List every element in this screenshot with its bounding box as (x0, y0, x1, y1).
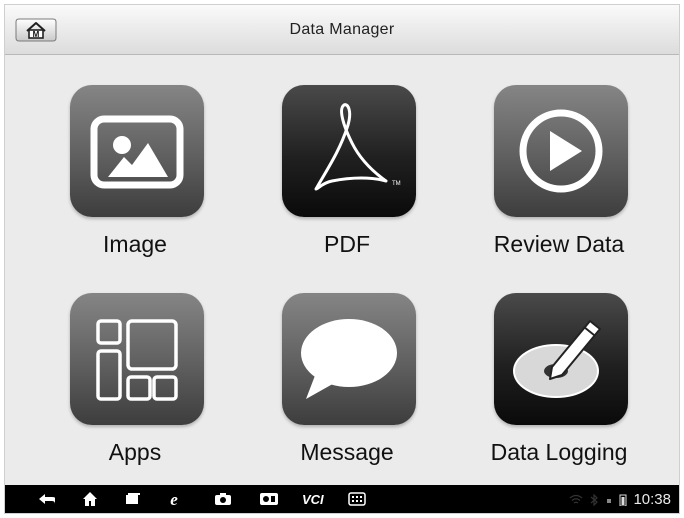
play-icon-box (494, 85, 628, 217)
data-logging-icon-box (494, 293, 628, 425)
pdf-icon: TM (314, 103, 401, 191)
play-icon (519, 109, 603, 193)
tile-image[interactable]: Image (35, 55, 235, 257)
speech-bubble-icon (301, 319, 397, 399)
tile-label: Apps (108, 439, 162, 465)
system-nav-bar: e VCI 10:38 (5, 485, 679, 513)
usb-icon (607, 498, 612, 503)
vci-icon[interactable]: VCI (301, 490, 331, 508)
image-icon (90, 115, 184, 189)
tile-message[interactable]: Message (247, 263, 447, 465)
status-area: 10:38 (569, 491, 671, 508)
pdf-icon-box: TM (282, 85, 416, 217)
svg-text:e: e (170, 490, 178, 508)
tile-label: Image (103, 231, 167, 257)
tile-data-logging[interactable]: Data Logging (459, 263, 659, 465)
title-bar: M Data Manager (5, 5, 679, 55)
app-grid: Image TM PDF Review Data Apps Message Da… (5, 55, 679, 487)
battery-icon (619, 494, 627, 506)
tile-label: Review Data (493, 231, 625, 257)
svg-text:TM: TM (392, 181, 401, 187)
apps-icon-box (70, 293, 204, 425)
wifi-icon (570, 494, 583, 504)
camera-icon[interactable] (213, 490, 233, 508)
browser-icon[interactable]: e (165, 490, 183, 508)
message-icon-box (282, 293, 416, 425)
home-icon[interactable] (81, 490, 99, 508)
tile-pdf[interactable]: TM PDF (247, 55, 447, 257)
tile-label: Data Logging (490, 439, 628, 465)
page-title: Data Manager (289, 21, 395, 38)
image-icon-box (70, 85, 204, 217)
tile-review-data[interactable]: Review Data (459, 55, 659, 257)
tile-apps[interactable]: Apps (35, 263, 235, 465)
vci-label: VCI (302, 492, 324, 507)
tile-label: PDF (324, 231, 370, 257)
tile-label: Message (300, 439, 394, 465)
display-icon[interactable] (258, 490, 280, 508)
clock: 10:38 (633, 491, 671, 508)
disc-pen-icon (513, 320, 601, 398)
apps-grid-icon (96, 319, 178, 401)
menu-icon[interactable] (347, 490, 367, 508)
bluetooth-icon (591, 493, 599, 506)
recent-apps-icon[interactable] (123, 490, 141, 508)
back-icon[interactable] (37, 490, 57, 508)
app-window: M Data Manager Image TM PDF Review Data … (4, 4, 680, 514)
